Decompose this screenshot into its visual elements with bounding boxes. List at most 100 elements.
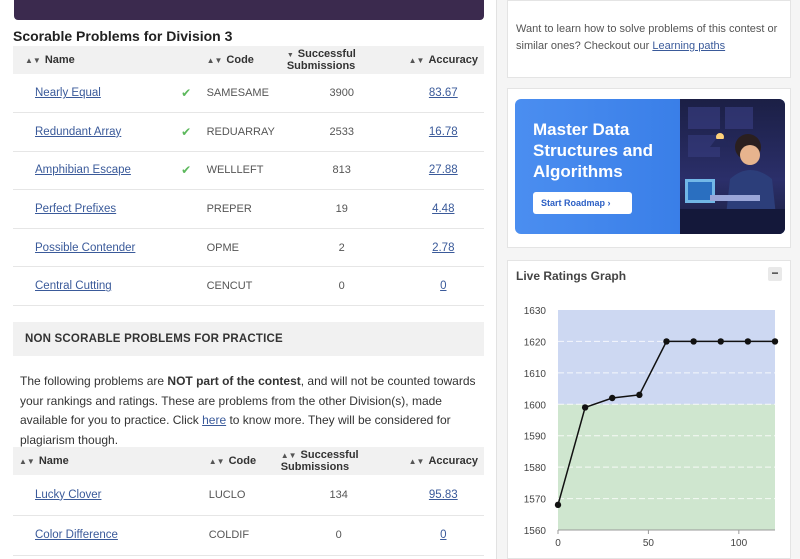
sort-icon: ▲▼ — [408, 457, 425, 466]
check-icon: ✔ — [181, 124, 192, 139]
accuracy-link[interactable]: 0 — [440, 529, 446, 541]
name-column-header[interactable]: ▲▼ Name — [13, 447, 203, 475]
learning-paths-card: Want to learn how to solve problems of t… — [507, 0, 791, 78]
live-ratings-card: Live Ratings Graph − 1560 1570 1580 1590 160… — [507, 260, 791, 559]
promo-card: Master Data Structures and Algorithms St… — [507, 88, 791, 248]
problem-link[interactable]: Color Difference — [35, 529, 118, 541]
y-tick-label: 1630 — [524, 306, 547, 317]
sort-icon: ▲▼ — [19, 457, 35, 466]
programmer-illustration-svg — [680, 107, 785, 234]
submission-count: 134 — [274, 475, 403, 516]
submissions-column-header[interactable]: ▲▼ Successful Submissions — [274, 447, 403, 475]
y-tick-label: 1580 — [524, 463, 547, 474]
code-column-header[interactable]: ▲▼ Code — [202, 447, 275, 475]
problem-code: SAMESAME — [200, 74, 281, 114]
accuracy-column-header[interactable]: ▲▼ Accuracy — [402, 447, 484, 475]
accuracy-link[interactable]: 27.88 — [429, 164, 458, 176]
problem-code: PREPER — [200, 189, 281, 229]
start-roadmap-button[interactable]: Start Roadmap › — [533, 192, 632, 214]
accuracy-link[interactable]: 83.67 — [429, 87, 458, 99]
table-row: Redundant Array ✔ REDUARRAY 2533 16.78 — [13, 112, 484, 152]
submissions-column-header[interactable]: ▼ Successful Submissions — [280, 46, 403, 74]
y-tick-label: 1560 — [524, 526, 547, 537]
check-icon: ✔ — [181, 163, 192, 178]
y-tick-label: 1570 — [524, 495, 547, 506]
graph-title: Live Ratings Graph — [516, 269, 627, 283]
chevron-right-icon: › — [607, 198, 611, 208]
sort-icon: ▲▼ — [408, 56, 425, 65]
scorable-section-title: Scorable Problems for Division 3 — [13, 28, 233, 44]
accuracy-link[interactable]: 4.48 — [432, 203, 454, 215]
rating-point[interactable] — [663, 338, 670, 345]
accuracy-link[interactable]: 0 — [440, 280, 446, 292]
promo-title: Master Data Structures and Algorithms — [533, 120, 653, 181]
submission-count: 19 — [280, 189, 403, 229]
name-column-header[interactable]: ▲▼ Name — [13, 46, 172, 74]
rating-point[interactable] — [717, 338, 724, 345]
table-row: Lucky Clover LUCLO 134 95.83 — [13, 475, 484, 516]
rating-band-1 — [558, 310, 775, 405]
accuracy-column-header[interactable]: ▲▼ Accuracy — [402, 46, 484, 74]
submission-count: 2533 — [280, 112, 403, 152]
submission-count: 0 — [280, 266, 403, 307]
contest-page: Scorable Problems for Division 3 ▲▼ Name … — [0, 0, 800, 559]
nonscorable-problems-table: ▲▼ Name ▲▼ Code ▲▼ Successful Submissions ▲… — [13, 447, 484, 556]
y-tick-label: 1620 — [524, 337, 547, 348]
problem-code: REDUARRAY — [200, 112, 281, 152]
rating-point[interactable] — [609, 394, 616, 402]
submission-count: 3900 — [280, 74, 403, 114]
rating-point[interactable] — [744, 338, 752, 345]
rating-point[interactable] — [690, 338, 697, 345]
submission-count: 813 — [280, 151, 403, 191]
submission-count: 0 — [274, 515, 403, 556]
check-icon: ✔ — [181, 86, 192, 101]
sort-icon: ▲▼ — [280, 451, 297, 460]
here-link[interactable]: here — [202, 413, 226, 427]
problem-code: OPME — [200, 228, 281, 268]
code-column-header[interactable]: ▲▼ Code — [200, 46, 281, 74]
problem-link[interactable]: Perfect Prefixes — [35, 203, 116, 215]
problem-code: LUCLO — [202, 475, 275, 516]
problem-link[interactable]: Nearly Equal — [35, 87, 101, 99]
sort-desc-icon: ▼ — [286, 52, 294, 59]
table-row: Perfect Prefixes PREPER 19 4.48 — [13, 189, 484, 229]
y-tick-label: 1590 — [524, 432, 547, 443]
table-header-row: ▲▼ Name ▲▼ Code ▲▼ Successful Submissions ▲… — [13, 447, 484, 475]
accuracy-link[interactable]: 2.78 — [432, 242, 454, 254]
table-row: Amphibian Escape ✔ WELLLEFT 813 27.88 — [13, 151, 484, 191]
table-row: Central Cutting CENCUT 0 0 — [13, 266, 484, 307]
programmer-illustration — [680, 99, 785, 234]
problem-code: COLDIF — [202, 515, 275, 556]
rating-point[interactable] — [581, 404, 589, 411]
x-tick-label: 0 — [555, 538, 561, 549]
problems-panel: Scorable Problems for Division 3 ▲▼ Name … — [0, 0, 497, 559]
learning-paths-link[interactable]: Learning paths — [652, 40, 725, 52]
problem-link[interactable]: Lucky Clover — [35, 489, 101, 501]
submission-count: 2 — [280, 228, 403, 268]
y-tick-label: 1600 — [524, 400, 547, 411]
rating-point[interactable] — [636, 391, 643, 399]
problem-code: WELLLEFT — [200, 151, 281, 191]
nonscorable-description: The following problems are NOT part of t… — [20, 374, 476, 447]
problem-link[interactable]: Amphibian Escape — [35, 164, 131, 176]
promo-banner[interactable]: Master Data Structures and Algorithms St… — [515, 99, 785, 234]
sort-icon: ▲▼ — [206, 56, 223, 65]
contest-banner — [14, 0, 484, 20]
rating-point[interactable] — [771, 338, 779, 345]
y-tick-label: 1610 — [524, 369, 547, 380]
nonscorable-section-title: NON SCORABLE PROBLEMS FOR PRACTICE — [13, 322, 484, 356]
table-row: Color Difference COLDIF 0 0 — [13, 515, 484, 556]
problem-link[interactable]: Central Cutting — [35, 280, 112, 292]
problem-link[interactable]: Redundant Array — [35, 126, 121, 138]
accuracy-link[interactable]: 16.78 — [429, 126, 458, 138]
ratings-chart: 1560 1570 1580 1590 1600 1610 1620 1630 0 50 100 — [524, 306, 779, 549]
minus-icon[interactable]: − — [768, 267, 782, 281]
scorable-problems-table: ▲▼ Name ▲▼ Code ▼ Successful Submissions ▲▼… — [13, 46, 484, 307]
sort-icon: ▲▼ — [25, 56, 41, 65]
accuracy-link[interactable]: 95.83 — [429, 489, 458, 501]
rating-point[interactable] — [554, 501, 562, 509]
x-tick-label: 100 — [730, 538, 747, 549]
x-tick-label: 50 — [643, 538, 655, 549]
problem-link[interactable]: Possible Contender — [35, 242, 135, 254]
table-row: Possible Contender OPME 2 2.78 — [13, 228, 484, 268]
